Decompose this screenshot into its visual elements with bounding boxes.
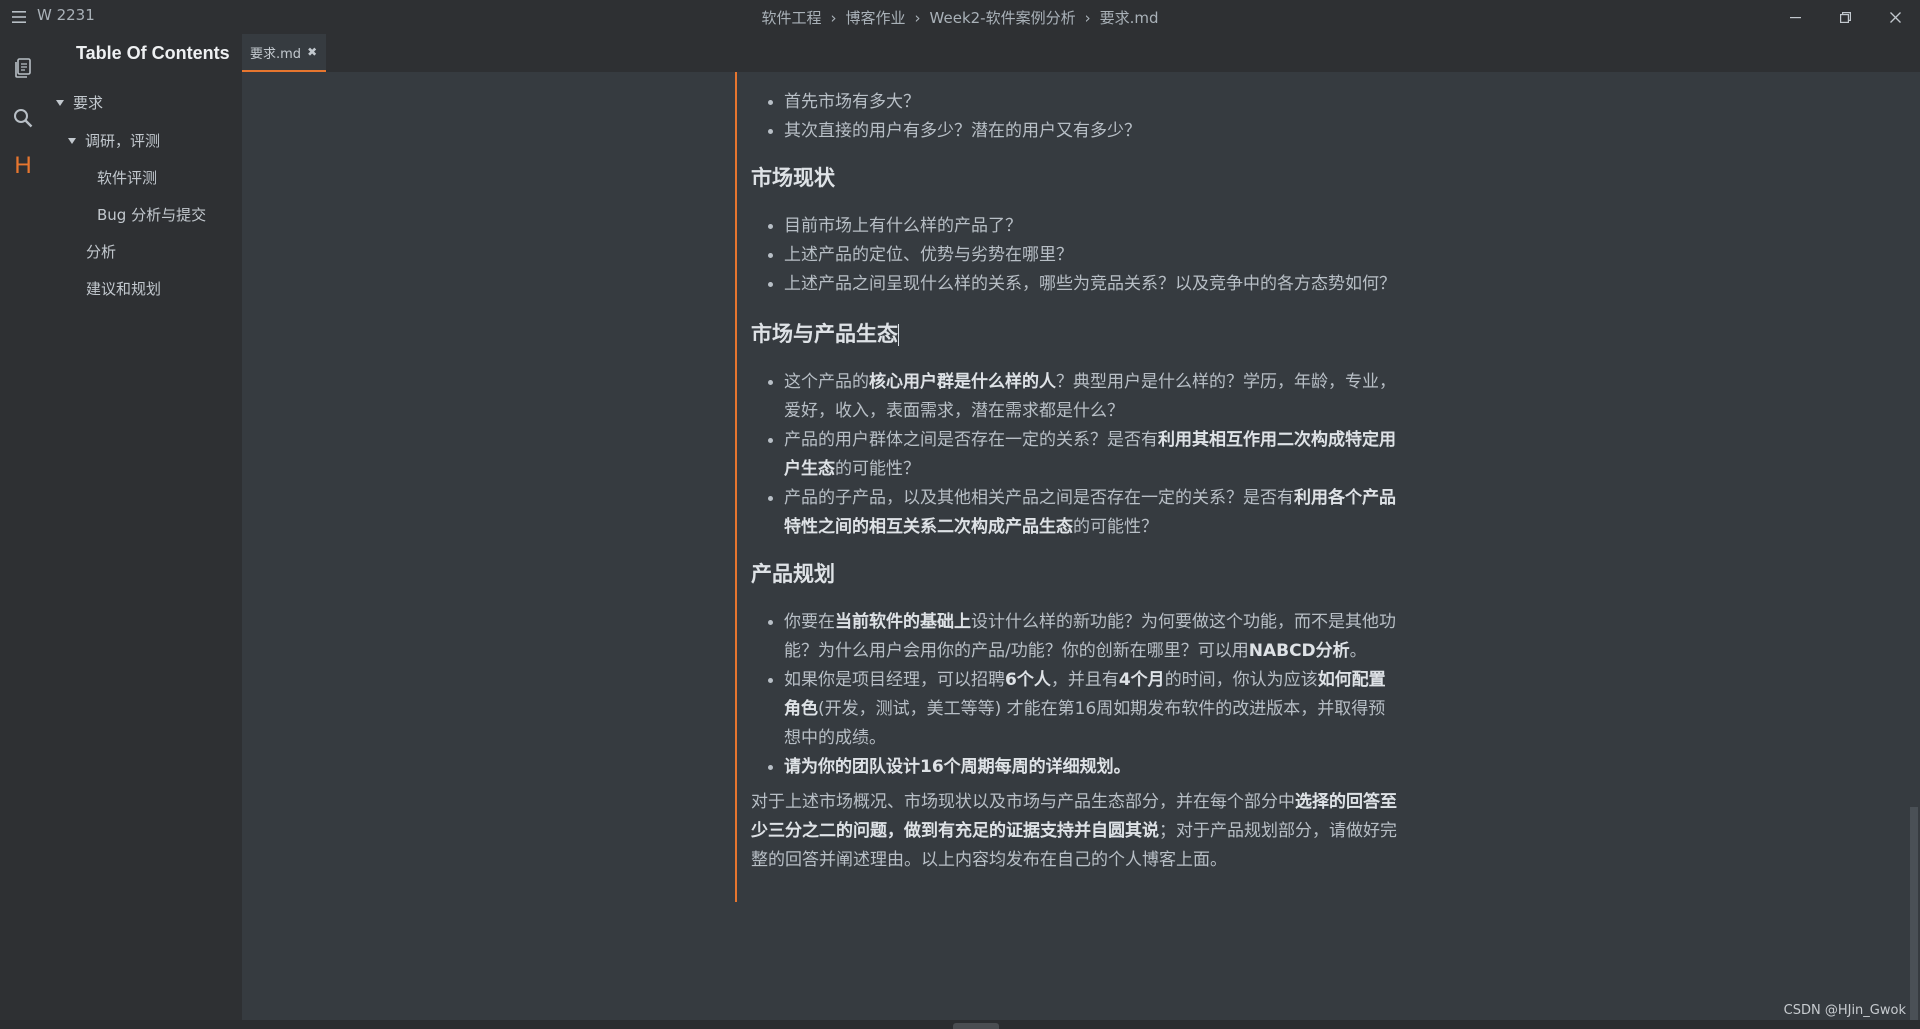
toc-item-analysis[interactable]: 分析 (86, 241, 116, 262)
text-cursor (898, 324, 899, 347)
restore-icon (1839, 11, 1851, 23)
breadcrumb-item[interactable]: 要求.md (1100, 9, 1159, 27)
window-controls (1770, 0, 1920, 34)
hamburger-icon (12, 11, 26, 23)
minimize-button[interactable] (1770, 0, 1820, 34)
toc-item-suggestions[interactable]: 建议和规划 (86, 278, 161, 299)
list-item: 上述产品的定位、优势与劣势在哪里？ (751, 241, 1401, 270)
list-item: 上述产品之间呈现什么样的关系，哪些为竞品关系？以及竞争中的各方态势如何？ (751, 270, 1401, 299)
toc-title: Table Of Contents (76, 43, 230, 63)
list-item: 其次直接的用户有多少？潜在的用户又有多少？ (751, 117, 1401, 146)
heading-icon[interactable]: H (11, 152, 35, 179)
tab-requirements-md[interactable]: 要求.md ✖ (242, 34, 326, 72)
app-window: W 2231 软件工程 › 博客作业 › Week2-软件案例分析 › 要求.md H (0, 0, 1920, 1029)
menu-button[interactable] (0, 0, 38, 34)
vertical-scrollbar[interactable] (1908, 72, 1920, 1020)
caret-down-icon[interactable] (68, 137, 76, 144)
heading-ecosystem: 市场与产品生态 (751, 323, 899, 347)
list-item: 如果你是项目经理，可以招聘6个人，并且有4个月的时间，你认为应该如何配置角色(开… (751, 666, 1401, 753)
toc-item-bug-analysis[interactable]: Bug 分析与提交 (97, 204, 206, 225)
tab-label: 要求.md (250, 46, 302, 62)
breadcrumb: 软件工程 › 博客作业 › Week2-软件案例分析 › 要求.md (0, 7, 1920, 28)
list-item: 首先市场有多大？ (751, 88, 1401, 117)
list-item: 你要在当前软件的基础上设计什么样的新功能？为何要做这个功能，而不是其他功能？为什… (751, 608, 1401, 666)
toc-item-requirements[interactable]: 要求 (56, 92, 103, 113)
status-handle[interactable] (953, 1023, 999, 1029)
toc-sidebar: Table Of Contents 要求 调研，评测 软件评测 Bug 分析与提… (46, 34, 242, 1020)
toc-item-software-review[interactable]: 软件评测 (97, 167, 157, 188)
scrollbar-thumb[interactable] (1910, 807, 1918, 1020)
editor[interactable]: 首先市场有多大？ 其次直接的用户有多少？潜在的用户又有多少？ 市场现状 目前市场… (242, 72, 1908, 1020)
activity-bar: H (0, 34, 46, 1029)
list-item: 目前市场上有什么样的产品了？ (751, 212, 1401, 241)
chevron-right-icon: › (1084, 9, 1091, 27)
restore-button[interactable] (1820, 0, 1870, 34)
list-item: 产品的子产品，以及其他相关产品之间是否存在一定的关系？是否有利用各个产品特性之间… (751, 484, 1401, 542)
close-icon (1889, 11, 1901, 23)
list-item: 请为你的团队设计16个周期每周的详细规划。 (751, 753, 1401, 782)
heading-market-status: 市场现状 (751, 167, 835, 190)
close-tab-icon[interactable]: ✖ (307, 45, 317, 59)
window-title: W 2231 (37, 6, 95, 24)
caret-down-icon[interactable] (56, 99, 64, 106)
close-button[interactable] (1870, 0, 1920, 34)
title-bar: W 2231 软件工程 › 博客作业 › Week2-软件案例分析 › 要求.md (0, 0, 1920, 34)
watermark: CSDN @HJin_Gwok (1783, 1003, 1906, 1018)
minimize-icon (1789, 16, 1801, 18)
paragraph-summary: 对于上述市场概况、市场现状以及市场与产品生态部分，并在每个部分中选择的回答至少三… (751, 792, 1397, 870)
search-icon[interactable] (11, 106, 35, 130)
list-item: 产品的用户群体之间是否存在一定的关系？是否有利用其相互作用二次构成特定用户生态的… (751, 426, 1401, 484)
heading-product-plan: 产品规划 (751, 563, 835, 586)
chevron-right-icon: › (914, 9, 921, 27)
tab-bar: 要求.md ✖ (242, 34, 1920, 72)
breadcrumb-item[interactable]: 博客作业 (846, 9, 906, 27)
status-bar (0, 1020, 1920, 1029)
files-icon[interactable] (11, 56, 35, 80)
breadcrumb-item[interactable]: Week2-软件案例分析 (930, 9, 1076, 27)
breadcrumb-item[interactable]: 软件工程 (762, 9, 822, 27)
list-item: 这个产品的核心用户群是什么样的人？典型用户是什么样的？学历，年龄，专业，爱好，收… (751, 368, 1401, 426)
document-content[interactable]: 首先市场有多大？ 其次直接的用户有多少？潜在的用户又有多少？ 市场现状 目前市场… (735, 72, 1401, 902)
toc-item-research[interactable]: 调研，评测 (68, 130, 160, 151)
chevron-right-icon: › (830, 9, 837, 27)
